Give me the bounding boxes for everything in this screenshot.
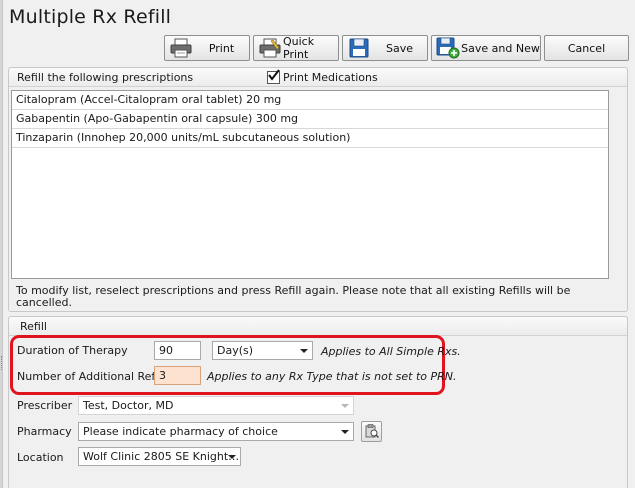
chevron-down-icon bbox=[341, 404, 349, 408]
chevron-down-icon bbox=[228, 455, 236, 459]
save-and-new-button-label: Save and New bbox=[461, 41, 540, 55]
floppy-disk-icon bbox=[346, 37, 372, 59]
save-and-new-icon bbox=[435, 37, 461, 59]
quick-print-button-label: Quick Print bbox=[283, 35, 315, 61]
refill-heading: Refill bbox=[20, 320, 47, 333]
chevron-down-icon bbox=[300, 349, 308, 353]
pharmacy-value: Please indicate pharmacy of choice bbox=[83, 425, 278, 438]
prescriber-value: Test, Doctor, MD bbox=[83, 399, 174, 412]
list-item[interactable]: Gabapentin (Apo-Gabapentin oral capsule)… bbox=[12, 110, 608, 129]
prescription-list[interactable]: Citalopram (Accel-Citalopram oral tablet… bbox=[11, 90, 609, 279]
refills-label: Number of Additional Refills bbox=[17, 370, 171, 383]
modify-note-line2: cancelled. bbox=[16, 296, 72, 309]
save-button[interactable]: Save bbox=[342, 35, 428, 61]
prescriptions-heading: Refill the following prescriptions bbox=[17, 71, 194, 84]
printer-icon bbox=[168, 37, 194, 59]
print-medications-checkbox[interactable] bbox=[267, 69, 280, 84]
duration-label: Duration of Therapy bbox=[17, 344, 128, 357]
location-label: Location bbox=[17, 451, 64, 464]
checkmark-icon bbox=[268, 69, 280, 81]
prescriber-label: Prescriber bbox=[17, 399, 73, 412]
print-button-label: Print bbox=[208, 41, 235, 55]
duration-unit-select[interactable]: Day(s) bbox=[212, 341, 313, 360]
duration-input[interactable]: 90 bbox=[154, 341, 201, 360]
resize-grip[interactable] bbox=[1, 356, 3, 370]
chevron-down-icon bbox=[341, 430, 349, 434]
cancel-button-label: Cancel bbox=[567, 41, 606, 55]
quick-print-icon bbox=[257, 37, 283, 59]
refills-input[interactable]: 3 bbox=[154, 366, 201, 385]
pharmacy-lookup-icon bbox=[365, 424, 379, 438]
cancel-button[interactable]: Cancel bbox=[544, 35, 629, 61]
window-left-edge bbox=[0, 0, 3, 488]
window-title: Multiple Rx Refill bbox=[9, 6, 172, 28]
duration-unit-value: Day(s) bbox=[217, 344, 254, 357]
pharmacy-select[interactable]: Please indicate pharmacy of choice bbox=[78, 422, 354, 441]
list-item[interactable]: Citalopram (Accel-Citalopram oral tablet… bbox=[12, 91, 608, 110]
location-value: Wolf Clinic 2805 SE Knight… bbox=[83, 450, 240, 463]
refill-panel-header bbox=[9, 317, 627, 336]
pharmacy-lookup-button[interactable] bbox=[361, 421, 382, 442]
modify-note-line1: To modify list, reselect prescriptions a… bbox=[16, 284, 571, 297]
quick-print-button[interactable]: Quick Print bbox=[253, 35, 339, 61]
save-and-new-button[interactable]: Save and New bbox=[431, 35, 541, 61]
print-medications-label: Print Medications bbox=[283, 71, 378, 84]
refills-hint: Applies to any Rx Type that is not set t… bbox=[207, 370, 457, 383]
pharmacy-label: Pharmacy bbox=[17, 425, 72, 438]
prescriber-select[interactable]: Test, Doctor, MD bbox=[78, 396, 354, 415]
print-button[interactable]: Print bbox=[164, 35, 250, 61]
location-select[interactable]: Wolf Clinic 2805 SE Knight… bbox=[78, 447, 241, 466]
list-item[interactable]: Tinzaparin (Innohep 20,000 units/mL subc… bbox=[12, 129, 608, 148]
duration-hint: Applies to All Simple Rxs. bbox=[321, 345, 461, 358]
save-button-label: Save bbox=[385, 41, 413, 55]
